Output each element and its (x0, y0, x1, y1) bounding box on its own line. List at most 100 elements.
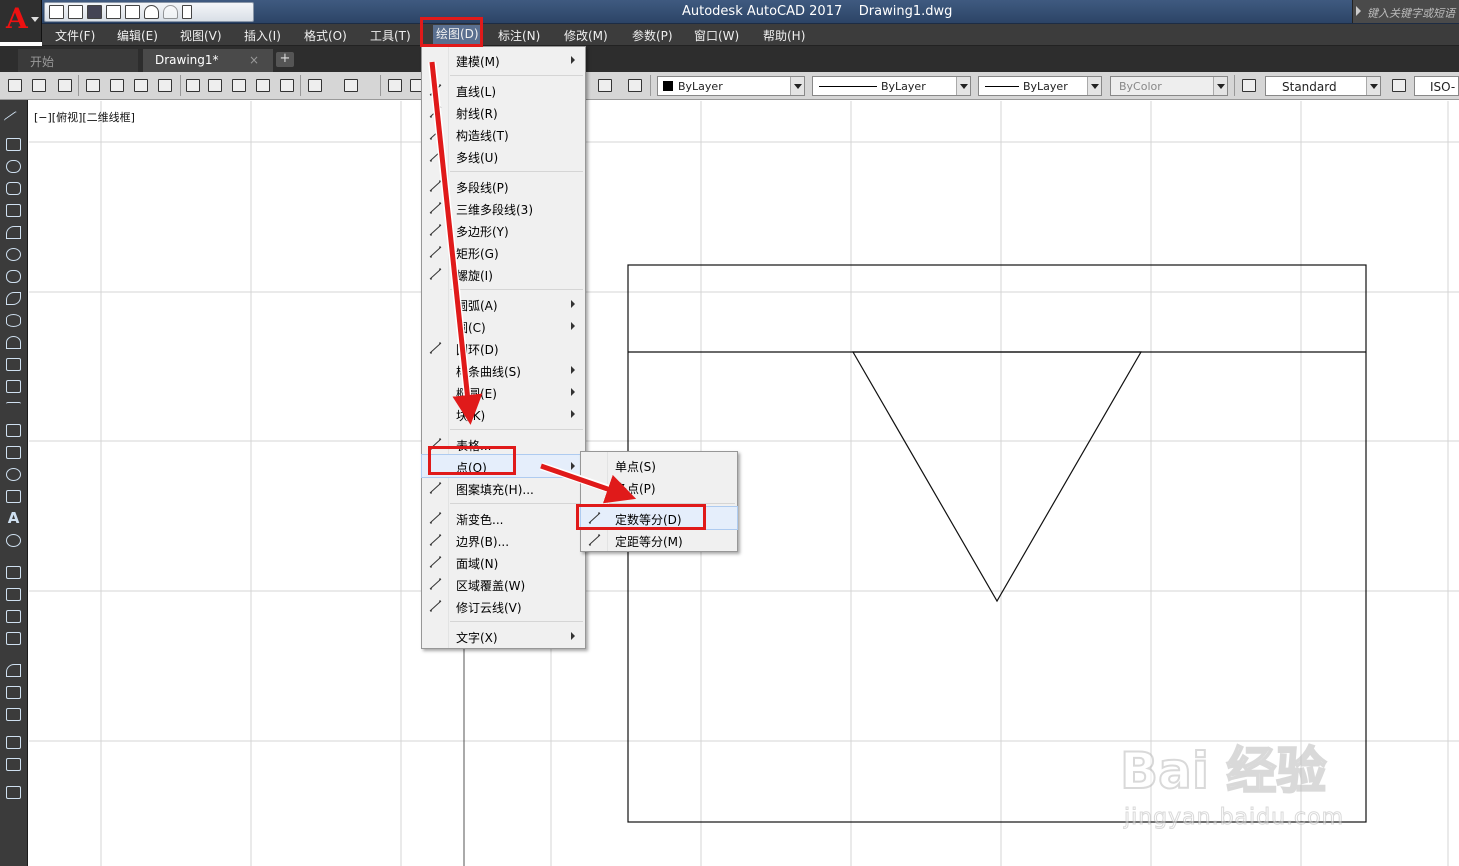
spline-icon[interactable] (6, 292, 21, 305)
dim-style-icon[interactable] (1392, 79, 1406, 92)
array-icon[interactable] (6, 736, 21, 749)
draw-menu-item[interactable]: 样条曲线(S) (422, 359, 585, 381)
blend-icon[interactable] (6, 708, 21, 721)
plot-icon[interactable] (86, 79, 100, 92)
save-icon[interactable] (58, 79, 72, 92)
draw-menu-item[interactable]: 三维多段线(3) (422, 197, 585, 219)
menu-view[interactable]: 视图(V) (180, 27, 222, 44)
redo-icon[interactable] (163, 5, 178, 19)
draw-menu-item[interactable]: 矩形(G) (422, 241, 585, 263)
draw-menu-item[interactable]: 射线(R) (422, 101, 585, 123)
save-icon[interactable] (87, 5, 102, 19)
open-icon[interactable] (32, 79, 46, 92)
draw-menu-item[interactable]: 圆环(D) (422, 337, 585, 359)
draw-menu-item[interactable]: 渐变色... (422, 507, 585, 529)
calculator-icon[interactable] (598, 79, 612, 92)
triangle[interactable] (851, 351, 1143, 603)
menu-edit[interactable]: 编辑(E) (117, 27, 158, 44)
text-style-icon[interactable] (1242, 79, 1256, 92)
table-icon[interactable] (6, 490, 21, 503)
menu-dimension[interactable]: 标注(N) (498, 27, 540, 44)
draw-menu-item[interactable]: 多段线(P) (422, 175, 585, 197)
undo-icon[interactable] (144, 5, 159, 19)
copy-icon[interactable] (208, 79, 222, 92)
draw-menu-item[interactable]: 椭圆(E) (422, 381, 585, 403)
search-input[interactable]: 键入关键字或短语 (1352, 0, 1459, 23)
layer-isolate-icon[interactable] (6, 632, 21, 645)
help-icon[interactable] (628, 79, 642, 92)
menu-parametric[interactable]: 参数(P) (632, 27, 673, 44)
point-submenu-item[interactable]: 多点(P) (581, 476, 737, 498)
ellipse-icon[interactable] (6, 314, 21, 327)
layer-icon[interactable] (6, 566, 21, 579)
menu-tools[interactable]: 工具(T) (370, 27, 411, 44)
new-tab-button[interactable]: + (276, 52, 294, 67)
draw-menu-item[interactable]: 直线(L) (422, 79, 585, 101)
pan-icon[interactable] (388, 79, 402, 92)
chevron-down-icon[interactable] (956, 77, 970, 95)
qat-dropdown-icon[interactable] (182, 5, 192, 19)
draw-menu-item[interactable]: 面域(N) (422, 551, 585, 573)
circle-icon[interactable] (6, 248, 21, 261)
menu-window[interactable]: 窗口(W) (694, 27, 739, 44)
tab-start[interactable]: 开始 (18, 49, 138, 72)
region-icon[interactable] (6, 468, 21, 481)
draw-menu-item[interactable]: 块(K) (422, 403, 585, 425)
save-as-icon[interactable] (106, 5, 121, 19)
draw-menu-item[interactable]: 边界(B)... (422, 529, 585, 551)
menu-modify[interactable]: 修改(M) (564, 27, 608, 44)
viewport-controls[interactable]: [−][俯视][二维线框] (34, 109, 135, 125)
redo-icon[interactable] (344, 79, 358, 92)
gradient-icon[interactable] (6, 446, 21, 459)
draw-menu-item[interactable]: 修订云线(V) (422, 595, 585, 617)
tab-drawing1[interactable]: Drawing1* × (143, 49, 273, 72)
menu-help[interactable]: 帮助(H) (763, 27, 805, 44)
text-style-select[interactable]: Standard (1265, 76, 1381, 96)
draw-menu-item[interactable]: 区域覆盖(W) (422, 573, 585, 595)
3d-dwf-icon[interactable] (158, 79, 172, 92)
open-file-icon[interactable] (68, 5, 83, 19)
close-icon[interactable]: × (249, 53, 259, 67)
layer-previous-icon[interactable] (6, 610, 21, 623)
multiline-text-icon[interactable]: A (6, 511, 21, 526)
draw-menu-item[interactable]: 圆(C) (422, 315, 585, 337)
menu-format[interactable]: 格式(O) (304, 27, 347, 44)
new-icon[interactable] (8, 79, 22, 92)
block-editor-icon[interactable] (280, 79, 294, 92)
join-icon[interactable] (6, 758, 21, 771)
point-icon[interactable] (6, 402, 21, 415)
add-selected-icon[interactable] (6, 534, 21, 547)
dim-style-select[interactable]: ISO- (1414, 76, 1459, 96)
point-submenu-item[interactable]: 单点(S) (581, 454, 737, 476)
chevron-down-icon[interactable] (1366, 77, 1380, 95)
draw-menu-item[interactable]: 图案填充(H)... (422, 477, 585, 499)
chevron-down-icon[interactable] (1087, 77, 1101, 95)
cut-icon[interactable] (186, 79, 200, 92)
expand-arrow-icon[interactable] (1356, 6, 1361, 16)
draw-menu-item[interactable]: 文字(X) (422, 625, 585, 647)
preview-icon[interactable] (110, 79, 124, 92)
line-icon[interactable] (3, 110, 24, 131)
ellipse-arc-icon[interactable] (6, 336, 21, 349)
revcloud-icon[interactable] (6, 270, 21, 283)
hatch-icon[interactable] (6, 424, 21, 437)
polygon-icon[interactable] (6, 182, 21, 195)
draw-menu-item[interactable]: 圆弧(A) (422, 293, 585, 315)
draw-menu-item[interactable]: 多边形(Y) (422, 219, 585, 241)
point-submenu-item[interactable]: 定距等分(M) (581, 529, 737, 551)
chevron-down-icon[interactable] (1213, 77, 1227, 95)
draw-menu-item[interactable]: 多线(U) (422, 145, 585, 167)
construction-line-icon[interactable] (6, 138, 21, 151)
lineweight-select[interactable]: ByLayer (978, 76, 1102, 96)
chevron-down-icon[interactable] (790, 77, 804, 95)
draw-menu-item[interactable]: 螺旋(I) (422, 263, 585, 285)
make-block-icon[interactable] (6, 380, 21, 393)
polyline-icon[interactable] (6, 160, 21, 173)
paste-icon[interactable] (232, 79, 246, 92)
undo-icon[interactable] (308, 79, 322, 92)
insert-block-icon[interactable] (6, 358, 21, 371)
new-file-icon[interactable] (49, 5, 64, 19)
fillet-icon[interactable] (6, 664, 21, 677)
plotstyle-select[interactable]: ByColor (1110, 76, 1228, 96)
rectangle-icon[interactable] (6, 204, 21, 217)
